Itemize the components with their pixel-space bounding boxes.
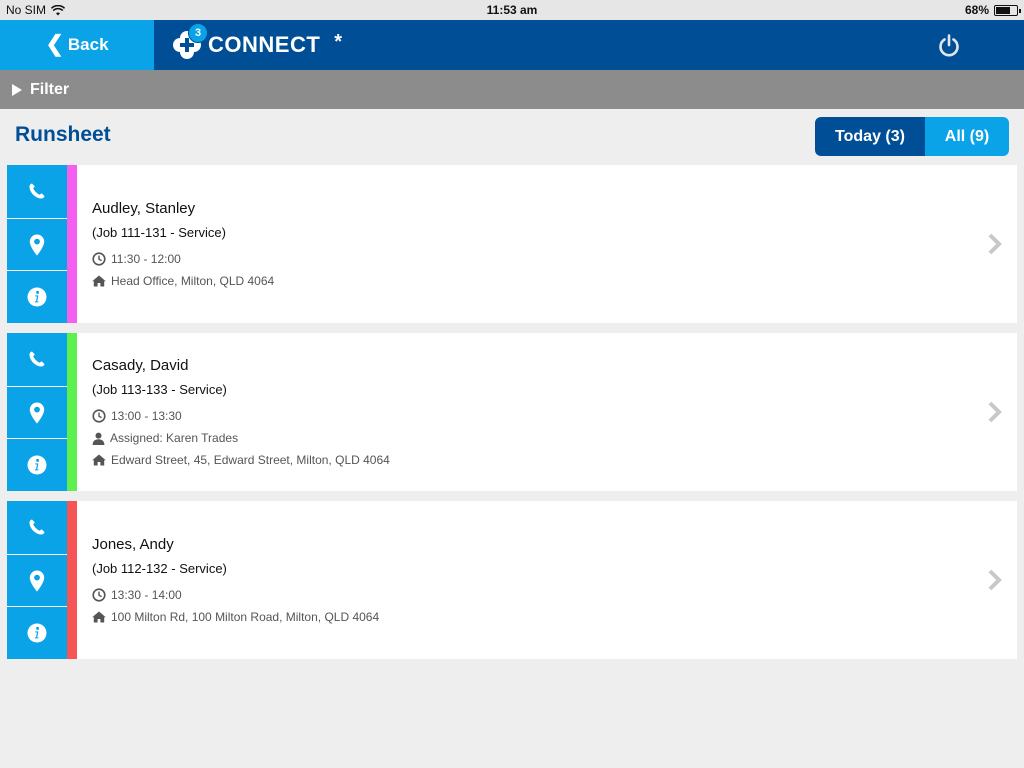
job-actions [7, 333, 67, 491]
status-bar: No SIM 11:53 am 68% [0, 0, 1024, 20]
chevron-right-icon[interactable] [987, 233, 1003, 255]
job-card[interactable]: Jones, Andy (Job 112-132 - Service) 13:3… [7, 501, 1017, 659]
job-address: Head Office, Milton, QLD 4064 [111, 274, 275, 288]
app-header: ❮ Back CONNECT * 3 [0, 20, 1024, 70]
job-card[interactable]: Casady, David (Job 113-133 - Service) 13… [7, 333, 1017, 491]
home-icon [92, 454, 106, 466]
job-actions [7, 501, 67, 659]
job-actions [7, 165, 67, 323]
filter-label: Filter [30, 80, 70, 98]
status-color-stripe [67, 165, 77, 323]
customer-name: Casady, David [92, 357, 189, 374]
job-details: Jones, Andy (Job 112-132 - Service) 13:3… [92, 501, 977, 659]
status-color-stripe [67, 501, 77, 659]
customer-name: Audley, Stanley [92, 200, 196, 217]
app-name: CONNECT [208, 32, 321, 57]
clock-icon [92, 409, 106, 423]
job-assigned-row: Assigned: Karen Trades [92, 431, 977, 445]
battery-icon [994, 4, 1021, 16]
map-button[interactable] [7, 218, 67, 270]
job-assigned: Assigned: Karen Trades [110, 431, 239, 445]
map-button[interactable] [7, 386, 67, 438]
job-address-row: 100 Milton Rd, 100 Milton Road, Milton, … [92, 610, 977, 624]
date-segmented-control: Today (3) All (9) [815, 117, 1009, 156]
page-title: Runsheet [15, 123, 111, 146]
status-right: 68% [964, 3, 1021, 17]
back-button[interactable]: ❮ Back [0, 20, 154, 70]
job-details: Casady, David (Job 113-133 - Service) 13… [92, 333, 977, 491]
battery-fill [996, 6, 1010, 14]
job-card[interactable]: Audley, Stanley (Job 111-131 - Service) … [7, 165, 1017, 323]
clock-icon [92, 588, 106, 602]
job-time-row: 11:30 - 12:00 [92, 252, 977, 266]
job-reference: (Job 113-133 - Service) [92, 382, 227, 397]
job-address: 100 Milton Rd, 100 Milton Road, Milton, … [111, 610, 380, 624]
job-time-row: 13:00 - 13:30 [92, 409, 977, 423]
user-icon [92, 432, 105, 445]
segment-today[interactable]: Today (3) [815, 117, 925, 156]
notification-badge: 3 [188, 23, 208, 43]
info-button[interactable] [7, 438, 67, 491]
map-pin-icon [29, 402, 45, 423]
power-icon[interactable] [936, 33, 962, 59]
job-time: 13:30 - 14:00 [111, 588, 182, 602]
segment-all[interactable]: All (9) [925, 117, 1009, 156]
info-button[interactable] [7, 606, 67, 659]
app-suffix: * [334, 30, 343, 53]
job-time: 13:00 - 13:30 [111, 409, 182, 423]
chevron-left-icon: ❮ [45, 31, 64, 56]
job-time: 11:30 - 12:00 [111, 252, 181, 266]
phone-icon [29, 183, 45, 199]
status-time: 11:53 am [486, 3, 538, 17]
home-icon [92, 275, 106, 287]
customer-name: Jones, Andy [92, 536, 174, 553]
map-button[interactable] [7, 554, 67, 606]
back-button-label: Back [67, 35, 109, 54]
info-icon [27, 287, 47, 307]
call-button[interactable] [7, 501, 67, 553]
job-reference: (Job 112-132 - Service) [92, 561, 227, 576]
call-button[interactable] [7, 333, 67, 385]
job-address-row: Edward Street, 45, Edward Street, Milton… [92, 453, 977, 467]
filter-toggle[interactable]: Filter [0, 70, 1024, 109]
phone-icon [29, 351, 45, 367]
triangle-right-icon [12, 83, 22, 96]
info-button[interactable] [7, 270, 67, 323]
job-address: Edward Street, 45, Edward Street, Milton… [111, 453, 390, 467]
clock-icon [92, 252, 106, 266]
info-icon [27, 623, 47, 643]
home-icon [92, 611, 106, 623]
info-icon [27, 455, 47, 475]
map-pin-icon [29, 234, 45, 255]
call-button[interactable] [7, 165, 67, 217]
job-time-row: 13:30 - 14:00 [92, 588, 977, 602]
job-reference: (Job 111-131 - Service) [92, 225, 226, 240]
map-pin-icon [29, 570, 45, 591]
status-color-stripe [67, 333, 77, 491]
chevron-right-icon[interactable] [987, 569, 1003, 591]
job-address-row: Head Office, Milton, QLD 4064 [92, 274, 977, 288]
phone-icon [29, 519, 45, 535]
job-details: Audley, Stanley (Job 111-131 - Service) … [92, 165, 977, 323]
battery-percent: 68% [964, 3, 989, 17]
chevron-right-icon[interactable] [987, 401, 1003, 423]
